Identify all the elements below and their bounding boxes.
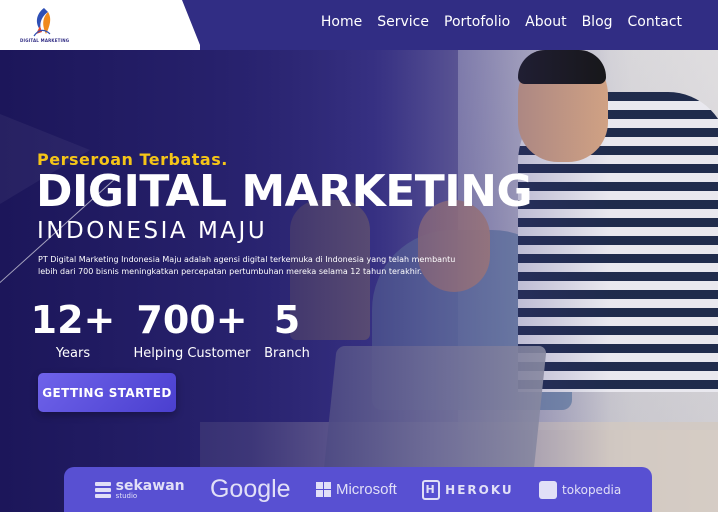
- stat-value: 5: [273, 298, 301, 342]
- sekawan-icon: [94, 481, 111, 498]
- stat-label: Years: [55, 346, 91, 361]
- partner-tokopedia-label: tokopedia: [562, 482, 622, 497]
- logo-text: DIGITAL MARKETING: [20, 38, 70, 43]
- stat-customers: 700+ Helping Customer: [132, 298, 252, 361]
- tokopedia-bag-icon: [539, 480, 558, 499]
- partner-sekawan: sekawan studio: [94, 478, 185, 500]
- nav-blog[interactable]: Blog: [582, 14, 613, 30]
- nav-service[interactable]: Service: [377, 14, 429, 30]
- hero-title: DIGITAL MARKETING: [36, 166, 533, 217]
- stat-value: 12+: [30, 298, 116, 342]
- top-navbar: DIGITAL MARKETING Home Service Portofoli…: [0, 0, 718, 50]
- nav-portofolio[interactable]: Portofolio: [444, 14, 510, 30]
- hero-subtitle: INDONESIA MAJU: [37, 218, 268, 244]
- main-nav: Home Service Portofolio About Blog Conta…: [321, 14, 682, 30]
- hero-description: PT Digital Marketing Indonesia Maju adal…: [38, 255, 456, 276]
- partner-heroku-label: HEROKU: [445, 482, 514, 497]
- stat-label: Helping Customer: [133, 346, 251, 361]
- stats-row: 12+ Years 700+ Helping Customer 5 Branch: [31, 298, 316, 361]
- partner-heroku: H HEROKU: [422, 479, 514, 500]
- partner-google: Google: [209, 475, 291, 503]
- partners-bar: sekawan studio Google Microsoft H HEROKU…: [64, 467, 652, 512]
- stat-label: Branch: [264, 346, 310, 361]
- logo-area: DIGITAL MARKETING: [0, 0, 200, 50]
- hero-overlay: [0, 50, 718, 512]
- hero-section: [0, 50, 718, 512]
- partner-sekawan-sub: studio: [115, 492, 138, 500]
- partner-microsoft: Microsoft: [315, 481, 397, 498]
- partner-sekawan-name: sekawan: [115, 478, 185, 494]
- partner-tokopedia: tokopedia: [539, 480, 622, 499]
- nav-home[interactable]: Home: [321, 14, 362, 30]
- heroku-icon: H: [422, 479, 441, 500]
- stat-value: 700+: [136, 298, 248, 342]
- stat-branch: 5 Branch: [258, 298, 316, 361]
- microsoft-icon: [315, 482, 331, 497]
- nav-about[interactable]: About: [525, 14, 566, 30]
- stat-years: 12+ Years: [31, 298, 116, 361]
- getting-started-button[interactable]: GETTING STARTED: [38, 373, 176, 412]
- partner-microsoft-label: Microsoft: [335, 481, 397, 498]
- nav-contact[interactable]: Contact: [628, 14, 682, 30]
